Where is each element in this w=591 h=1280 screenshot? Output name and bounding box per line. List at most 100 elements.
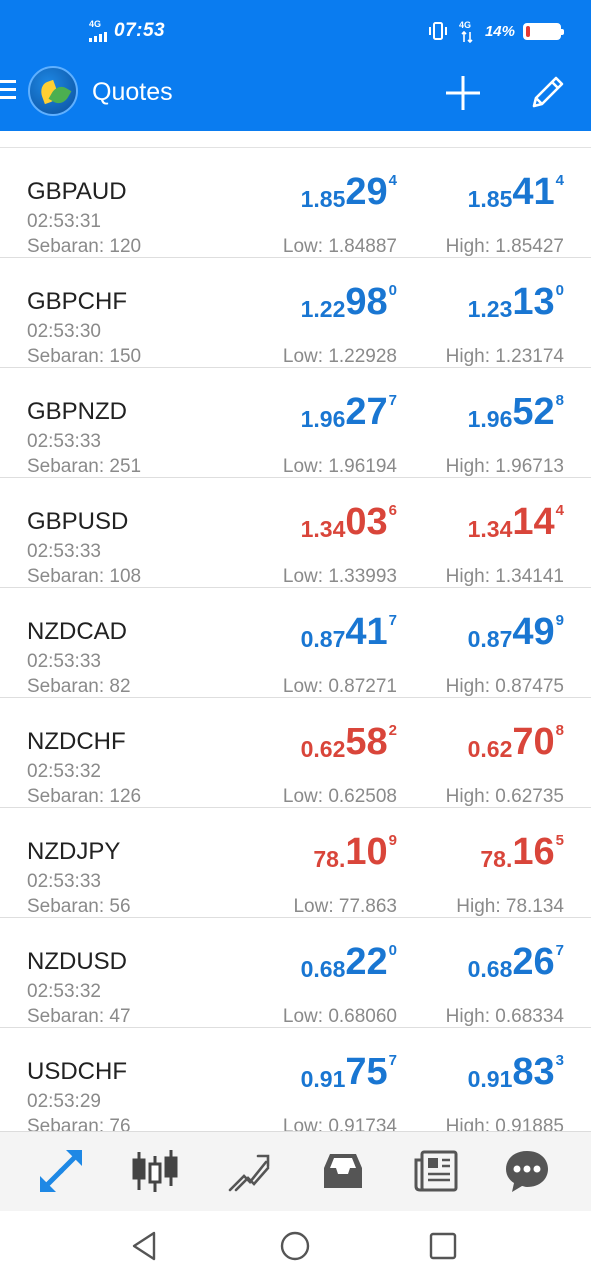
bid-price[interactable]: 0.91 75 7 <box>301 1052 397 1093</box>
spread-value: Sebaran: 126 <box>27 786 142 807</box>
low-value: Low: 77.863 <box>293 896 397 917</box>
quote-row-gbpnzd[interactable]: GBPNZD 02:53:33 Sebaran: 251 1.96 27 7 1.96 52 8… <box>0 368 591 478</box>
bid-price-prefix: 78. <box>313 846 346 872</box>
back-icon[interactable] <box>128 1229 162 1263</box>
quote-row-gbpchf[interactable]: GBPCHF 02:53:30 Sebaran: 150 1.22 98 0 1.23 13 0… <box>0 258 591 368</box>
home-icon[interactable] <box>278 1229 312 1263</box>
bid-price[interactable]: 0.87 41 7 <box>301 612 397 653</box>
ask-price-fraction: 4 <box>555 172 564 189</box>
symbol-name: NZDUSD <box>27 948 127 975</box>
high-value: High: 1.85427 <box>445 236 564 257</box>
low-value: Low: 1.84887 <box>282 236 397 257</box>
tab-news-newspaper-icon[interactable] <box>412 1146 462 1196</box>
spread-value: Sebaran: 47 <box>27 1006 131 1027</box>
tab-history-inbox-icon[interactable] <box>318 1146 368 1196</box>
bid-price[interactable]: 0.62 58 2 <box>301 722 397 763</box>
quote-time: 02:53:32 <box>27 761 101 782</box>
bid-price[interactable]: 78. 10 9 <box>313 832 397 873</box>
quote-row-gbpusd[interactable]: GBPUSD 02:53:33 Sebaran: 108 1.34 03 6 1.34 14 4… <box>0 478 591 588</box>
tab-chat-icon[interactable] <box>502 1146 552 1196</box>
bid-price[interactable]: 0.68 22 0 <box>301 942 397 983</box>
quote-row-nzdusd[interactable]: NZDUSD 02:53:32 Sebaran: 47 0.68 22 0 0.68 26 7 L… <box>0 918 591 1028</box>
bid-price-fraction: 2 <box>388 722 397 739</box>
spread-value: Sebaran: 56 <box>27 896 131 917</box>
tab-quotes-arrows-icon[interactable] <box>36 1146 86 1196</box>
bid-price-pips: 27 <box>345 391 388 433</box>
bid-price-pips: 10 <box>345 831 388 873</box>
bid-price[interactable]: 1.22 98 0 <box>301 282 397 323</box>
high-value: High: 0.91885 <box>445 1116 564 1131</box>
ask-price[interactable]: 78. 16 5 <box>480 832 564 873</box>
edit-icon[interactable] <box>528 72 568 112</box>
tab-trade-trend-icon[interactable] <box>224 1146 274 1196</box>
ask-price[interactable]: 0.91 83 3 <box>468 1052 564 1093</box>
bid-price-fraction: 4 <box>388 172 397 189</box>
quote-time: 02:53:33 <box>27 871 101 892</box>
ask-price-pips: 14 <box>512 501 555 543</box>
ask-price-prefix: 0.91 <box>467 1066 513 1092</box>
ask-price-pips: 26 <box>512 941 555 983</box>
ask-price-pips: 83 <box>512 1051 555 1093</box>
recents-icon[interactable] <box>426 1229 460 1263</box>
ask-price[interactable]: 1.96 52 8 <box>468 392 564 433</box>
high-value: High: 0.68334 <box>445 1006 564 1027</box>
symbol-name: NZDJPY <box>27 838 121 865</box>
quote-row-nzdcad[interactable]: NZDCAD 02:53:33 Sebaran: 82 0.87 41 7 0.87 49 9 L… <box>0 588 591 698</box>
quote-time: 02:53:33 <box>27 541 101 562</box>
system-navigation-bar <box>0 1211 591 1280</box>
ask-price[interactable]: 0.87 49 9 <box>468 612 564 653</box>
quote-time: 02:53:33 <box>27 651 101 672</box>
ask-price[interactable]: 1.23 13 0 <box>468 282 564 323</box>
ask-price-fraction: 9 <box>555 612 564 629</box>
bid-price-prefix: 1.22 <box>300 296 346 322</box>
bid-price[interactable]: 1.85 29 4 <box>301 172 397 213</box>
quote-row-nzdjpy[interactable]: NZDJPY 02:53:33 Sebaran: 56 78. 10 9 78. 16 5 Low… <box>0 808 591 918</box>
quote-row-nzdchf[interactable]: NZDCHF 02:53:32 Sebaran: 126 0.62 58 2 0.62 70 8… <box>0 698 591 808</box>
ask-price[interactable]: 0.62 70 8 <box>468 722 564 763</box>
ask-price-pips: 16 <box>512 831 555 873</box>
ask-price[interactable]: 1.34 14 4 <box>468 502 564 543</box>
bid-price-prefix: 1.85 <box>300 186 346 212</box>
app-logo-icon <box>28 66 78 116</box>
low-value: Low: 1.96194 <box>282 456 397 477</box>
bid-price-pips: 03 <box>345 501 388 543</box>
ask-price-prefix: 0.87 <box>467 626 513 652</box>
page-title: Quotes <box>92 78 173 106</box>
quote-row-gbpaud[interactable]: GBPAUD 02:53:31 Sebaran: 120 1.85 29 4 1.85 41 4… <box>0 148 591 258</box>
spread-value: Sebaran: 120 <box>27 236 142 257</box>
quote-time: 02:53:32 <box>27 981 101 1002</box>
high-value: High: 1.23174 <box>445 346 564 367</box>
quote-time: 02:53:31 <box>27 211 101 232</box>
symbol-name: NZDCAD <box>27 618 127 645</box>
menu-icon[interactable] <box>0 80 18 104</box>
bid-price-fraction: 7 <box>388 1052 397 1069</box>
status-bar-right: 4G 14% <box>427 18 564 44</box>
bid-price-pips: 29 <box>345 171 388 213</box>
quote-row-usdchf[interactable]: USDCHF 02:53:29 Sebaran: 76 0.91 75 7 0.91 83 3 L… <box>0 1028 591 1131</box>
ask-price-prefix: 0.68 <box>467 956 513 982</box>
quote-time: 02:53:29 <box>27 1091 101 1112</box>
quotes-list[interactable]: GBPAUD 02:53:31 Sebaran: 120 1.85 29 4 1.85 41 4… <box>0 131 591 1131</box>
bid-price-pips: 98 <box>345 281 388 323</box>
quote-time: 02:53:33 <box>27 431 101 452</box>
ask-price-prefix: 1.23 <box>467 296 513 322</box>
ask-price-prefix: 78. <box>480 846 513 872</box>
ask-price-fraction: 8 <box>555 722 564 739</box>
bid-price-prefix: 1.34 <box>300 516 346 542</box>
bid-price[interactable]: 1.34 03 6 <box>301 502 397 543</box>
bid-price-prefix: 0.62 <box>300 736 346 762</box>
tab-chart-candlestick-icon[interactable] <box>130 1146 180 1196</box>
ask-price-pips: 52 <box>512 391 555 433</box>
symbol-name: GBPUSD <box>27 508 129 535</box>
ask-price[interactable]: 0.68 26 7 <box>468 942 564 983</box>
add-icon[interactable] <box>444 74 482 112</box>
bid-price-pips: 58 <box>345 721 388 763</box>
bid-price[interactable]: 1.96 27 7 <box>301 392 397 433</box>
bid-price-prefix: 1.96 <box>300 406 346 432</box>
ask-price-fraction: 3 <box>555 1052 564 1069</box>
ask-price-pips: 13 <box>512 281 555 323</box>
spread-value: Sebaran: 108 <box>27 566 142 587</box>
symbol-name: GBPCHF <box>27 288 128 315</box>
symbol-name: USDCHF <box>27 1058 127 1085</box>
ask-price[interactable]: 1.85 41 4 <box>468 172 564 213</box>
